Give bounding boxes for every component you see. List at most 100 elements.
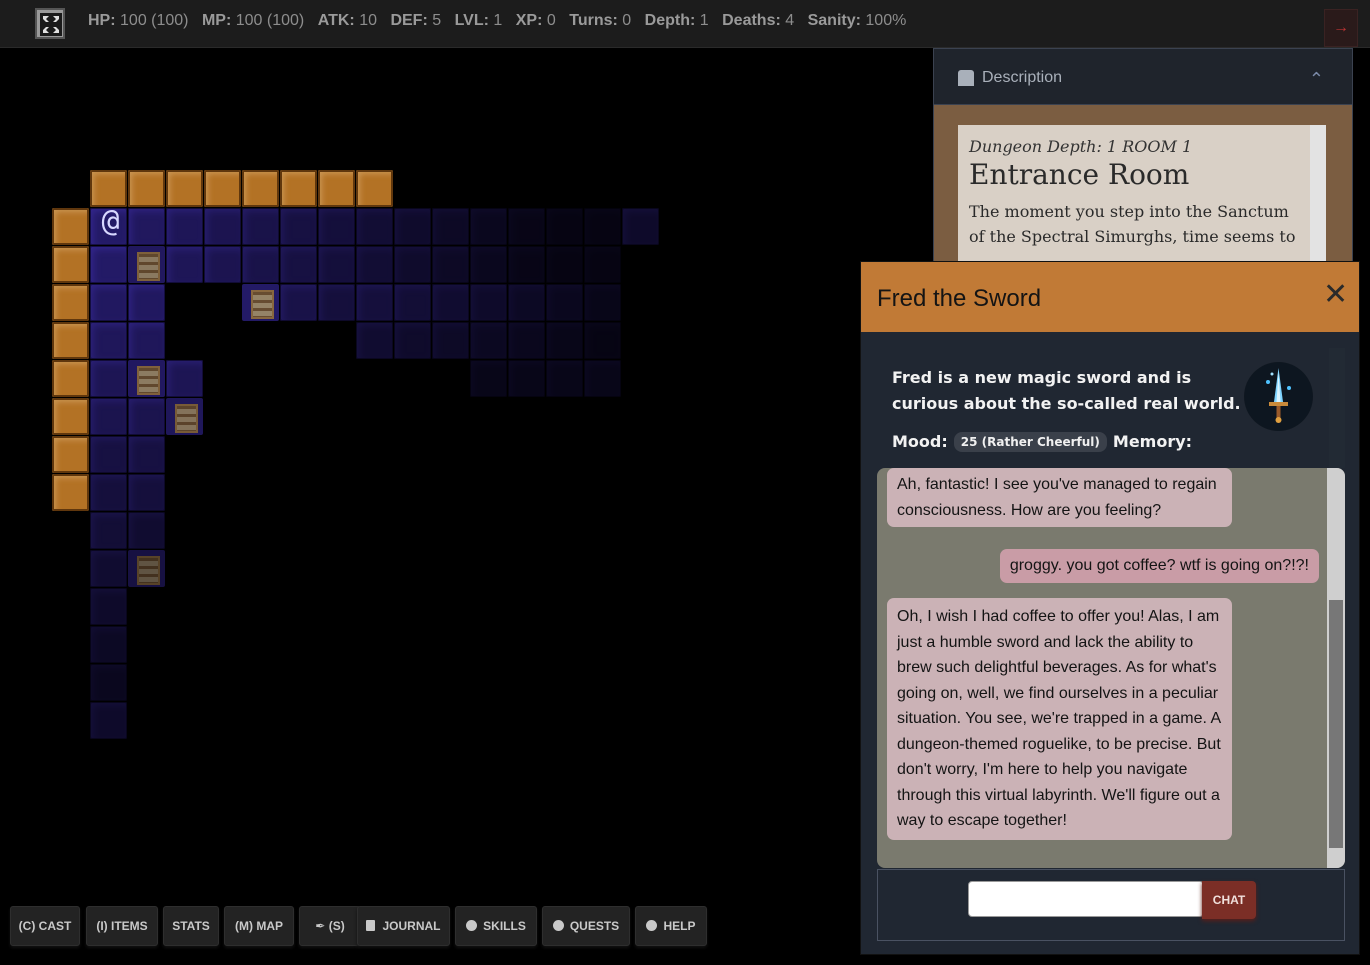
chat-message-npc: Oh, I wish I had coffee to offer you! Al… [887, 598, 1232, 840]
skills-icon [466, 920, 478, 931]
floor-tile [90, 360, 127, 397]
floor-tile [508, 246, 545, 283]
floor-tile [470, 360, 507, 397]
room-text: The moment you step into the Sanctum of … [969, 202, 1296, 246]
floor-tile [204, 246, 241, 283]
bookshelf-tile [128, 550, 165, 587]
floor-tile [90, 322, 127, 359]
write-button[interactable]: ✒ (S) [299, 906, 361, 946]
items-button[interactable]: (I) ITEMS [86, 906, 158, 946]
floor-tile [470, 322, 507, 359]
stat-atk: ATK: 10 [317, 12, 377, 29]
floor-tile [90, 474, 127, 511]
floor-tile [280, 208, 317, 245]
player-stats: HP: 100 (100) MP: 100 (100) ATK: 10 DEF:… [88, 12, 915, 30]
map-button[interactable]: (M) MAP [224, 906, 294, 946]
floor-tile [318, 208, 355, 245]
fullscreen-button[interactable] [35, 8, 65, 39]
floor-tile [280, 246, 317, 283]
npc-info: Fred is a new magic sword and is curious… [877, 348, 1345, 468]
floor-tile [432, 322, 469, 359]
wall-tile [318, 170, 355, 207]
bookshelf-tile [128, 360, 165, 397]
wall-tile [52, 436, 89, 473]
stat-hp: HP: 100 (100) [88, 12, 189, 29]
floor-tile [546, 246, 583, 283]
wall-tile [242, 170, 279, 207]
floor-tile [128, 474, 165, 511]
floor-tile [128, 436, 165, 473]
stat-deaths: Deaths: 4 [722, 12, 795, 29]
chevron-up-icon[interactable]: ⌃ [1309, 69, 1324, 90]
quests-button[interactable]: QUESTS [542, 906, 630, 946]
mood-row: Mood: 25 (Rather Cheerful) Memory: [892, 432, 1192, 452]
npc-chat-modal: Fred the Sword ✕ Fred is a new magic swo… [860, 261, 1360, 955]
floor-tile [356, 284, 393, 321]
chat-input-area: CHAT [877, 869, 1345, 941]
floor-tile [546, 360, 583, 397]
cast-button[interactable]: (C) CAST [10, 906, 80, 946]
floor-tile [90, 588, 127, 625]
floor-tile [204, 208, 241, 245]
floor-tile [356, 246, 393, 283]
wall-tile [52, 208, 89, 245]
room-depth: Dungeon Depth: 1 ROOM 1 [969, 137, 1193, 156]
npc-avatar [1244, 362, 1313, 431]
floor-tile [432, 246, 469, 283]
floor-tile [90, 512, 127, 549]
chat-scrollbar-thumb[interactable] [1329, 600, 1343, 848]
dungeon-map[interactable] [0, 48, 900, 898]
floor-tile [470, 208, 507, 245]
description-panel: Description ⌃ Dungeon Depth: 1 ROOM 1 En… [933, 48, 1353, 275]
help-icon [646, 920, 658, 931]
player-character: @ [101, 204, 120, 239]
quests-icon [552, 920, 564, 931]
stat-sanity: Sanity: 100% [807, 12, 907, 29]
floor-tile [432, 208, 469, 245]
npc-info-scrollbar[interactable] [1329, 348, 1345, 468]
stat-lvl: LVL: 1 [454, 12, 503, 29]
status-bar: HP: 100 (100) MP: 100 (100) ATK: 10 DEF:… [0, 0, 1370, 48]
memory-label: Memory: [1112, 432, 1193, 451]
chat-scrollbar[interactable] [1327, 468, 1345, 868]
stat-def: DEF: 5 [390, 12, 442, 29]
mood-label: Mood: [892, 432, 948, 451]
journal-button[interactable]: JOURNAL [357, 906, 450, 946]
room-description-card: Dungeon Depth: 1 ROOM 1 Entrance Room Th… [958, 125, 1312, 275]
description-header[interactable]: Description ⌃ [934, 49, 1352, 105]
skills-button[interactable]: SKILLS [455, 906, 537, 946]
wall-tile [204, 170, 241, 207]
stats-button[interactable]: STATS [163, 906, 219, 946]
help-button[interactable]: HELP [635, 906, 707, 946]
collapse-panel-button[interactable]: → [1324, 9, 1358, 47]
wall-tile [52, 322, 89, 359]
floor-tile [128, 208, 165, 245]
floor-tile [394, 246, 431, 283]
modal-title: Fred the Sword [877, 285, 1042, 312]
floor-tile [128, 322, 165, 359]
floor-tile [470, 284, 507, 321]
floor-tile [280, 284, 317, 321]
chat-log: Ah, fantastic! I see you've managed to r… [877, 468, 1345, 868]
close-icon[interactable]: ✕ [1323, 280, 1348, 310]
floor-tile [584, 360, 621, 397]
dungeon-gate-icon [958, 70, 974, 86]
stat-depth: Depth: 1 [644, 12, 709, 29]
floor-tile [508, 360, 545, 397]
stat-turns: Turns: 0 [569, 12, 632, 29]
bookshelf-tile [242, 284, 279, 321]
expand-icon [40, 13, 62, 36]
floor-tile [394, 208, 431, 245]
floor-tile [128, 284, 165, 321]
wall-tile [128, 170, 165, 207]
floor-tile [318, 246, 355, 283]
stat-mp: MP: 100 (100) [201, 12, 305, 29]
floor-tile [584, 322, 621, 359]
chat-button[interactable]: CHAT [1202, 881, 1256, 919]
chat-input[interactable] [968, 881, 1204, 917]
wall-tile [52, 284, 89, 321]
wall-tile [166, 170, 203, 207]
floor-tile [508, 284, 545, 321]
description-scrollbar[interactable] [1310, 125, 1326, 263]
floor-tile [394, 284, 431, 321]
